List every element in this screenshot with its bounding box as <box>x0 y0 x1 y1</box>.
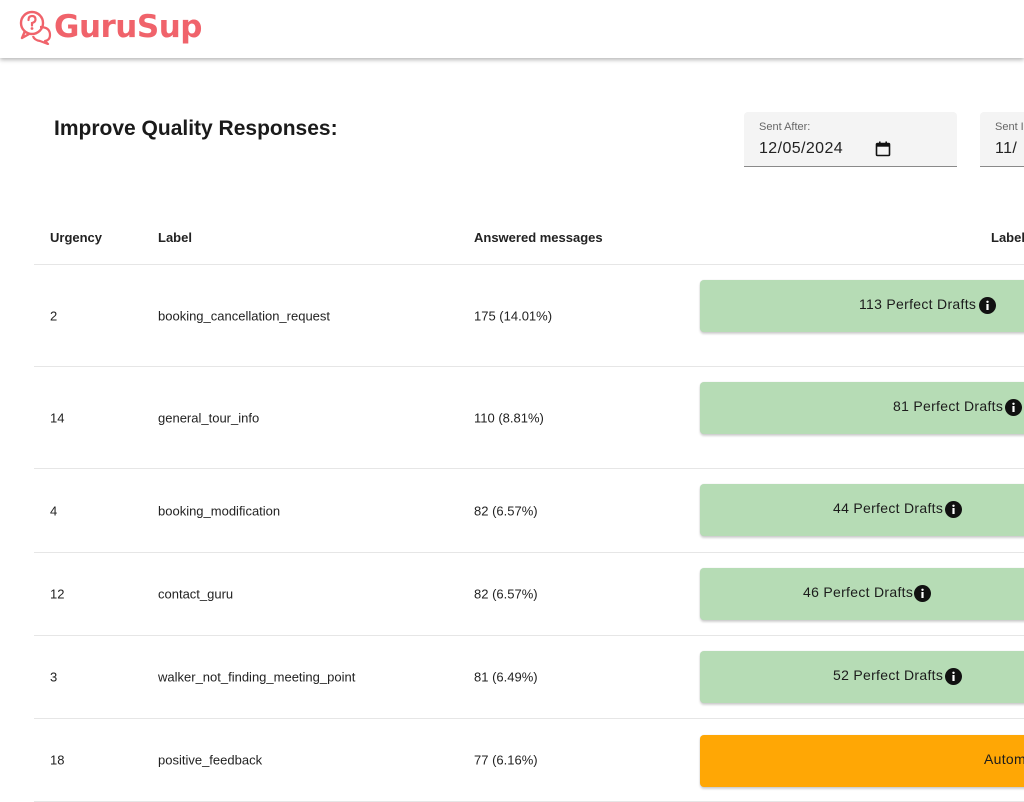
sent-before-label: Sent I <box>995 121 1024 133</box>
sent-after-label: Sent After: <box>759 121 811 133</box>
label-cell: walker_not_finding_meeting_point <box>158 669 356 685</box>
answered-cell: 110 (8.81%) <box>474 410 544 425</box>
label-cell: booking_modification <box>158 503 281 518</box>
table-row: 14 general_tour_info 110 (8.81%) 81 Perf… <box>34 367 1024 469</box>
table-row: 4 booking_modification 82 (6.57%) 44 Per… <box>34 469 1024 553</box>
urgency-cell: 12 <box>50 586 65 602</box>
info-icon[interactable] <box>1005 399 1022 416</box>
top-bar: GuruSup <box>0 0 1024 58</box>
answered-cell: 81 (6.49%) <box>474 669 538 685</box>
sent-before-input[interactable]: 11/ <box>995 140 1017 158</box>
info-icon[interactable] <box>979 297 996 314</box>
table-row: 18 positive_feedback 77 (6.16%) Autom <box>34 719 1024 802</box>
automate-label: Autom <box>984 751 1024 767</box>
answered-cell: 82 (6.57%) <box>474 503 538 518</box>
header-urgency[interactable]: Urgency <box>50 230 102 245</box>
label-cell: contact_guru <box>158 586 234 602</box>
header-answered-messages[interactable]: Answered messages <box>474 230 603 245</box>
perfect-drafts-button[interactable]: 44 Perfect Drafts <box>700 484 1024 536</box>
perfect-drafts-button[interactable]: 46 Perfect Drafts <box>700 568 1024 620</box>
answered-cell: 82 (6.57%) <box>474 586 538 602</box>
perfect-drafts-label: 46 Perfect Drafts <box>803 584 914 600</box>
urgency-cell: 2 <box>50 308 58 323</box>
perfect-drafts-button[interactable]: 113 Perfect Drafts <box>700 280 1024 332</box>
label-cell: general_tour_info <box>158 410 260 425</box>
perfect-drafts-label: 81 Perfect Drafts <box>893 398 1004 414</box>
perfect-drafts-label: 52 Perfect Drafts <box>833 667 944 683</box>
brand-logo[interactable]: GuruSup <box>18 8 202 46</box>
calendar-icon[interactable] <box>875 141 891 157</box>
urgency-cell: 14 <box>50 410 65 425</box>
perfect-drafts-label: 113 Perfect Drafts <box>859 296 977 312</box>
label-cell: positive_feedback <box>158 752 263 768</box>
answered-cell: 175 (14.01%) <box>474 308 553 323</box>
page-title: Improve Quality Responses: <box>54 117 338 140</box>
sent-after-input[interactable]: 12/05/2024 <box>759 140 843 158</box>
answered-cell: 77 (6.16%) <box>474 752 538 768</box>
info-icon[interactable] <box>945 501 962 518</box>
perfect-drafts-label: 44 Perfect Drafts <box>833 500 944 516</box>
perfect-drafts-button[interactable]: 52 Perfect Drafts <box>700 651 1024 703</box>
header-label[interactable]: Label <box>158 230 192 245</box>
table-row: 3 walker_not_finding_meeting_point 81 (6… <box>34 636 1024 719</box>
header-label-action[interactable]: Label <box>991 230 1024 245</box>
urgency-cell: 4 <box>50 503 58 518</box>
urgency-cell: 3 <box>50 669 58 685</box>
sent-before-date-field[interactable]: Sent I 11/ <box>980 112 1024 167</box>
brand-name: GuruSup <box>54 9 202 45</box>
table-header: Urgency Label Answered messages Label <box>34 212 1024 265</box>
info-icon[interactable] <box>945 668 962 685</box>
label-cell: booking_cancellation_request <box>158 308 331 323</box>
table-row: 2 booking_cancellation_request 175 (14.0… <box>34 265 1024 367</box>
chat-question-icon <box>19 10 52 45</box>
info-icon[interactable] <box>914 585 931 602</box>
automate-button[interactable]: Autom <box>700 735 1024 787</box>
urgency-cell: 18 <box>50 752 65 768</box>
perfect-drafts-button[interactable]: 81 Perfect Drafts <box>700 382 1024 434</box>
sent-after-date-field[interactable]: Sent After: 12/05/2024 <box>744 112 957 167</box>
table-row: 12 contact_guru 82 (6.57%) 46 Perfect Dr… <box>34 553 1024 636</box>
